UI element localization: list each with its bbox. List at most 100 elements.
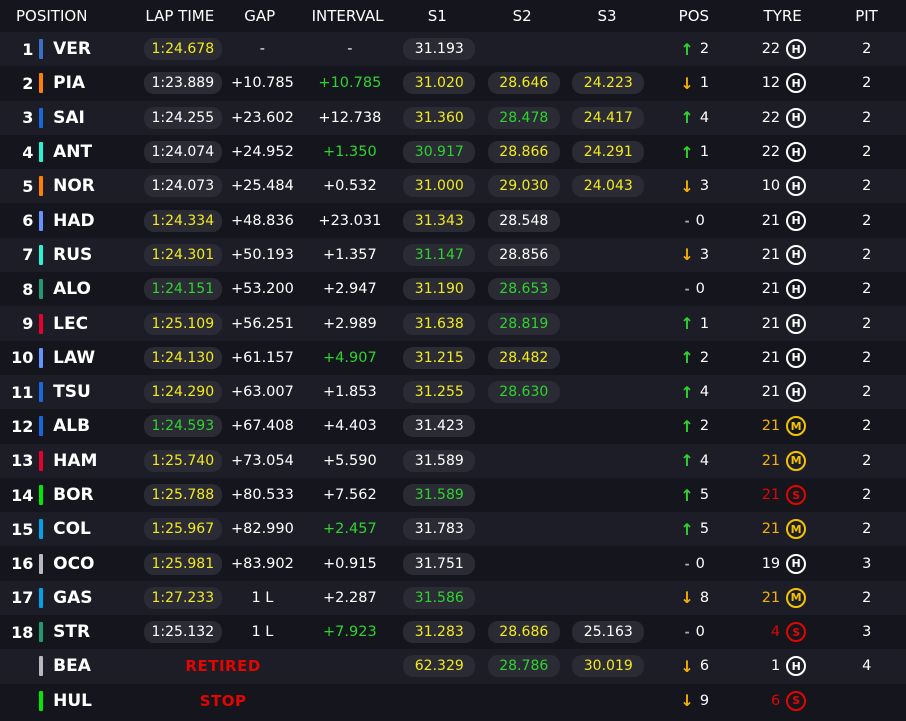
header-interval[interactable]: INTERVAL bbox=[300, 7, 395, 25]
lap-time-cell: 1:25.132 bbox=[143, 621, 223, 644]
header-position[interactable]: POSITION bbox=[0, 7, 140, 25]
tyre-cell: 21 H bbox=[739, 279, 827, 300]
position-number: 12 bbox=[11, 416, 34, 436]
medium-tyre-icon: M bbox=[786, 519, 807, 540]
interval-value: +23.031 bbox=[318, 212, 382, 229]
lap-time: 1:24.593 bbox=[143, 415, 223, 438]
table-row[interactable]: 18 STR 1:25.132 1 L +7.923 31.283 28.686 25.163… bbox=[0, 615, 906, 650]
lap-time: 1:24.073 bbox=[143, 175, 223, 198]
sector-s3-cell: 24.043 bbox=[566, 175, 651, 198]
gap-value: +80.533 bbox=[230, 487, 294, 503]
table-row[interactable]: 11 TSU 1:24.290 +63.007 +1.853 31.255 28.630 ↑ 4… bbox=[0, 374, 906, 410]
table-row[interactable]: 15 COL 1:25.967 +82.990 +2.457 31.783 ↑ 5 21 M 2 bbox=[0, 512, 906, 547]
gap-value: +61.157 bbox=[230, 349, 294, 366]
driver-code: ALB bbox=[53, 416, 91, 437]
sector-s1-cell: 30.917 bbox=[397, 141, 482, 164]
hard-tyre-icon: H bbox=[786, 210, 807, 231]
driver-code: SAI bbox=[53, 107, 85, 128]
tyre-age: 21 bbox=[761, 315, 781, 332]
position-change: 2 bbox=[699, 41, 710, 58]
sector-s1-time: 31.255 bbox=[403, 381, 476, 404]
sector-s2-time: 28.653 bbox=[487, 278, 560, 301]
hard-tyre-icon: H bbox=[786, 347, 807, 368]
header-s3[interactable]: S3 bbox=[565, 7, 650, 25]
table-header: POSITION LAP TIME GAP INTERVAL S1 S2 S3 … bbox=[0, 0, 906, 32]
table-row[interactable]: 10 LAW 1:24.130 +61.157 +4.907 31.215 28.482 ↑ 2… bbox=[0, 340, 906, 375]
pit-count: 2 bbox=[862, 521, 872, 538]
arrow-up-icon: ↑ bbox=[680, 416, 694, 436]
sector-s3-cell: 24.291 bbox=[566, 141, 651, 164]
sector-s1-cell: 31.638 bbox=[397, 312, 482, 335]
arrow-up-icon: ↑ bbox=[680, 108, 694, 128]
sector-s2-cell: 28.478 bbox=[482, 106, 567, 129]
sector-s2-cell: 28.548 bbox=[482, 209, 567, 232]
header-pos[interactable]: POS bbox=[649, 7, 738, 25]
position-number: 13 bbox=[11, 451, 34, 471]
medium-tyre-icon: M bbox=[786, 416, 807, 437]
sector-s1-time: 31.193 bbox=[403, 38, 476, 61]
pit-count: 2 bbox=[862, 109, 872, 126]
tyre-age: 22 bbox=[761, 109, 781, 126]
tyre-cell: 21 S bbox=[739, 485, 827, 505]
tyre-age: 21 bbox=[761, 487, 781, 503]
lap-time-cell: 1:24.074 bbox=[143, 141, 223, 164]
position-change-cell: ↑ 4 bbox=[651, 451, 739, 470]
table-row[interactable]: 3 SAI 1:24.255 +23.602 +12.738 31.360 28.478 24… bbox=[0, 100, 906, 135]
table-row[interactable]: 5 NOR 1:24.073 +25.484 +0.532 31.000 29.030 24.… bbox=[0, 169, 906, 204]
team-color-bar-cell bbox=[33, 622, 49, 643]
table-row[interactable]: 1 VER 1:24.678- -31.193 ↑ 2 22 H 2 bbox=[0, 32, 906, 67]
header-s1[interactable]: S1 bbox=[395, 7, 480, 25]
sector-s2-time: 28.866 bbox=[487, 141, 560, 164]
arrow-up-icon: ↑ bbox=[680, 451, 694, 471]
position-change: 2 bbox=[699, 349, 710, 366]
soft-tyre-icon: S bbox=[786, 622, 807, 643]
header-tyre[interactable]: TYRE bbox=[738, 7, 827, 25]
table-row[interactable]: 4 ANT 1:24.074 +24.952 +1.350 30.917 28.866 24.… bbox=[0, 134, 906, 170]
position-number: 7 bbox=[22, 245, 34, 265]
tyre-cell: 19 H bbox=[739, 553, 827, 574]
team-color-bar-cell bbox=[33, 313, 49, 334]
tyre-age: 21 bbox=[761, 212, 781, 229]
gap-value: +25.484 bbox=[230, 178, 294, 195]
table-row[interactable]: 13 HAM 1:25.740 +73.054 +5.590 31.589 ↑ 4 21 M 2 bbox=[0, 443, 906, 478]
lap-time-cell: 1:24.255 bbox=[143, 106, 223, 129]
position-change-cell: -0 bbox=[651, 213, 739, 229]
position-number: 17 bbox=[11, 588, 34, 608]
interval-value: +7.923 bbox=[323, 624, 377, 641]
team-color-bar bbox=[39, 622, 44, 643]
sector-s3-time: 30.019 bbox=[572, 655, 645, 678]
position-number: 4 bbox=[22, 142, 34, 162]
team-color-bar bbox=[39, 279, 44, 300]
tyre-cell: 21 M bbox=[739, 519, 827, 540]
table-row[interactable]: BEA RETIRED 62.329 28.786 30.019 ↓ 6 1 H 4 bbox=[0, 649, 906, 684]
header-lap-time[interactable]: LAP TIME bbox=[140, 7, 219, 25]
table-row[interactable]: 14 BOR 1:25.788 +80.533 +7.562 31.589 ↑ 5 21 S 2 bbox=[0, 477, 906, 513]
sector-s3-time: 24.223 bbox=[572, 72, 645, 95]
no-change-icon: - bbox=[684, 556, 690, 571]
table-row[interactable]: 2 PIA 1:23.889 +10.785 +10.785 31.020 28.646 24… bbox=[0, 66, 906, 101]
lap-time: 1:24.151 bbox=[143, 278, 223, 301]
position-change: 9 bbox=[699, 692, 710, 709]
header-gap[interactable]: GAP bbox=[219, 7, 300, 25]
interval-value: +2.947 bbox=[323, 281, 377, 298]
position-change: 0 bbox=[695, 555, 705, 572]
header-s2[interactable]: S2 bbox=[480, 7, 565, 25]
hard-tyre-icon: H bbox=[786, 142, 807, 163]
team-color-bar bbox=[39, 519, 44, 540]
team-color-bar bbox=[39, 244, 44, 265]
table-row[interactable]: 7 RUS 1:24.301 +50.193 +1.357 31.147 28.856 ↓ 3 2… bbox=[0, 237, 906, 273]
table-row[interactable]: 9 LEC 1:25.109 +56.251 +2.989 31.638 28.819 ↑ 1 2… bbox=[0, 306, 906, 341]
gap-value: +53.200 bbox=[230, 281, 294, 298]
gap-value: +24.952 bbox=[230, 144, 294, 161]
table-row[interactable]: 17 GAS 1:27.233 1 L +2.287 31.586 ↓ 8 21 M 2 bbox=[0, 580, 906, 616]
position-number: 11 bbox=[11, 382, 34, 402]
table-row[interactable]: 8 ALO 1:24.151 +53.200 +2.947 31.190 28.653-0 2… bbox=[0, 272, 906, 307]
table-row[interactable]: 12 ALB 1:24.593 +67.408 +4.403 31.423 ↑ 2 21 M 2 bbox=[0, 409, 906, 444]
tyre-age: 21 bbox=[761, 246, 781, 263]
pit-count: 2 bbox=[862, 349, 872, 366]
header-pit[interactable]: PIT bbox=[827, 7, 906, 25]
arrow-down-icon: ↓ bbox=[680, 691, 694, 711]
table-row[interactable]: HUL STOP ↓ 9 6 S bbox=[0, 683, 906, 718]
table-row[interactable]: 6 HAD 1:24.334 +48.836 +23.031 31.343 28.548 -0… bbox=[0, 203, 906, 238]
table-row[interactable]: 16 OCO 1:25.981 +83.902 +0.915 31.751 -0 19 H 3 bbox=[0, 546, 906, 581]
